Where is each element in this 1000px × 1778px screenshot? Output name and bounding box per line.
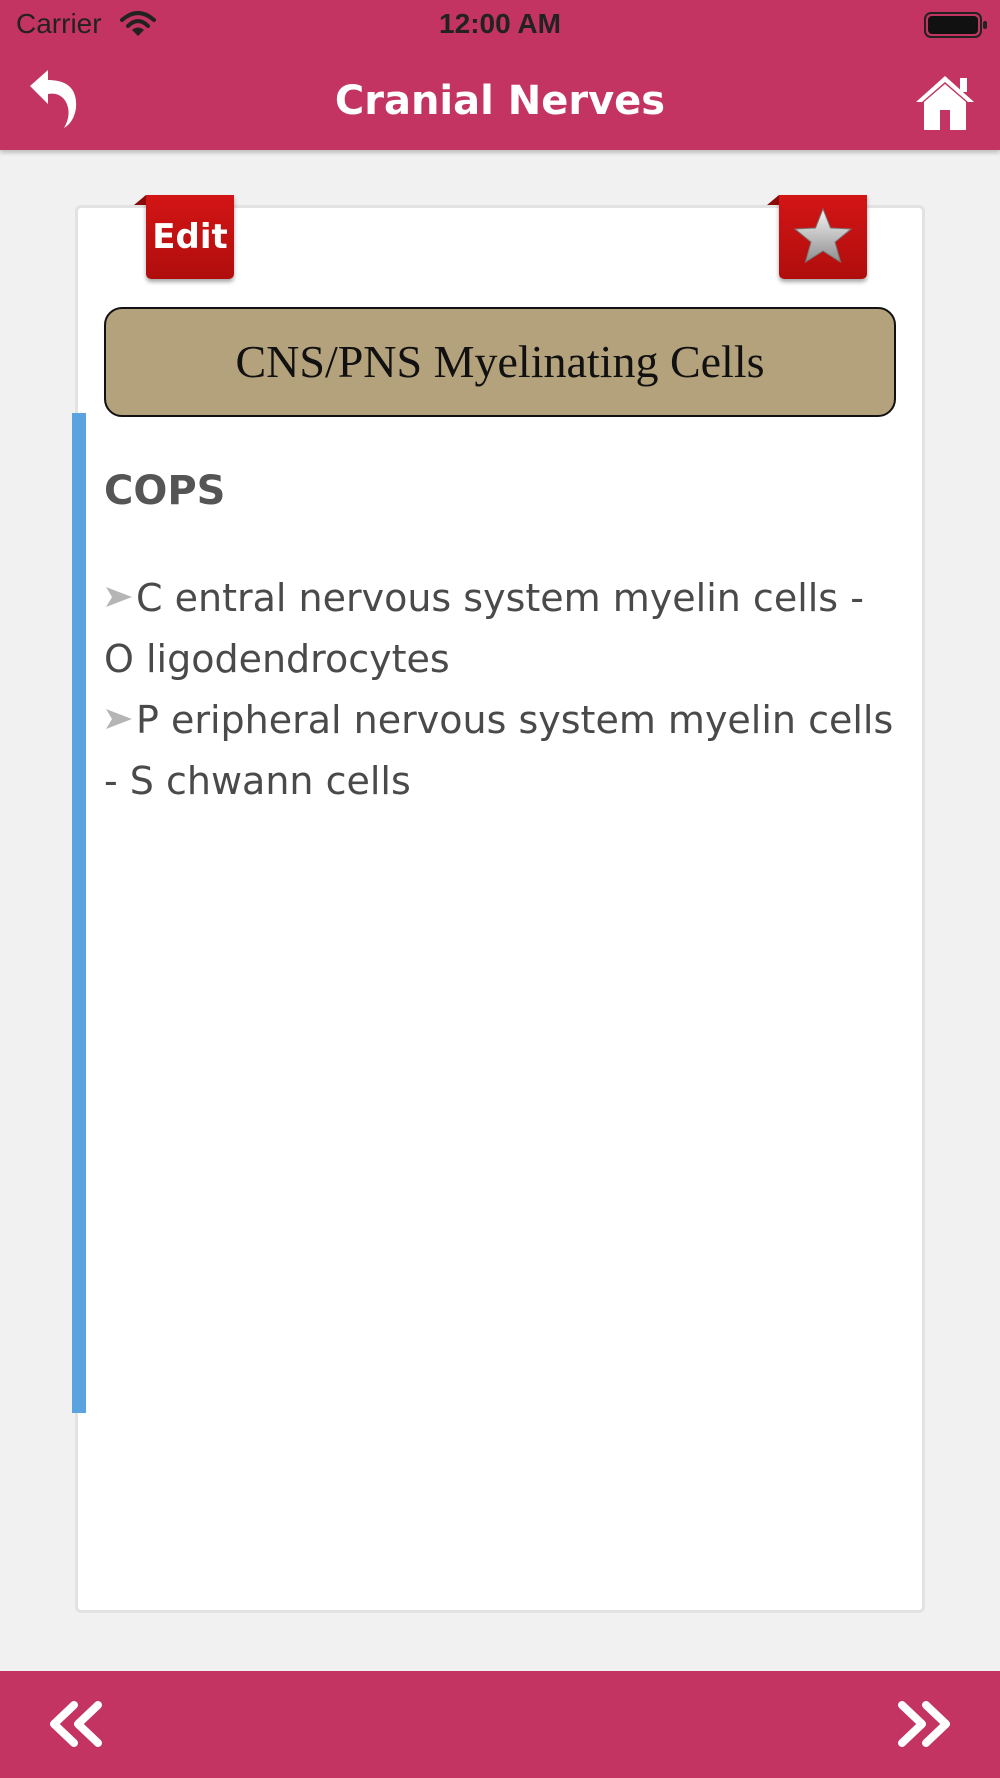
list-item: C entral nervous system myelin cells - O…	[104, 568, 904, 690]
point-list: C entral nervous system myelin cells - O…	[104, 568, 904, 812]
battery-icon	[924, 12, 987, 38]
edit-button[interactable]: Edit	[134, 195, 234, 279]
accent-bar	[72, 413, 86, 1413]
arrow-bullet-icon	[106, 587, 132, 607]
point-text: C entral nervous system myelin cells - O…	[104, 576, 864, 681]
page-title: Cranial Nerves	[334, 78, 666, 124]
arrow-bullet-icon	[106, 709, 132, 729]
point-text: P eripheral nervous system myelin cells …	[104, 698, 894, 803]
home-icon[interactable]	[912, 72, 978, 132]
mnemonic-heading: COPS	[104, 468, 226, 514]
star-icon	[793, 207, 853, 264]
status-bar: Carrier 12:00 AM	[0, 0, 1000, 50]
list-item: P eripheral nervous system myelin cells …	[104, 690, 904, 812]
bottom-bar	[0, 1671, 1000, 1778]
nav-bar: Cranial Nerves	[0, 50, 1000, 150]
double-chevron-left-icon[interactable]	[48, 1701, 106, 1747]
topic-title: CNS/PNS Myelinating Cells	[104, 307, 896, 417]
double-chevron-right-icon[interactable]	[894, 1701, 952, 1747]
status-time: 12:00 AM	[439, 8, 561, 39]
favorite-button[interactable]	[767, 195, 867, 279]
